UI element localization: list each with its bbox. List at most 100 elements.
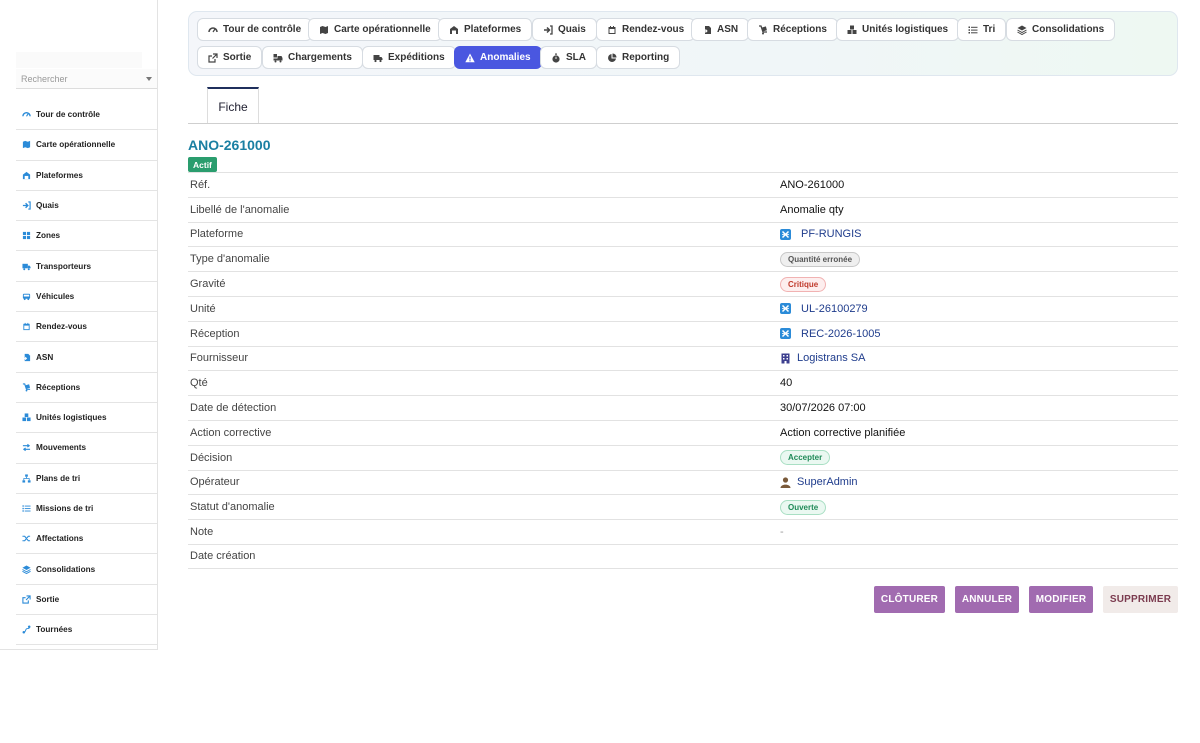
detail-row-gravite: Gravité Critique [188, 271, 1178, 296]
sidebar-item-receptions[interactable]: Réceptions [16, 373, 157, 403]
field-label: Réception [190, 327, 240, 340]
fournisseur-link[interactable]: Logistrans SA [780, 352, 865, 364]
nav-label: Unités logistiques [862, 24, 949, 35]
field-label: Note [190, 526, 214, 539]
nav-sortie[interactable]: Sortie [197, 46, 263, 69]
sidebar-item-sortie[interactable]: Sortie [16, 585, 157, 616]
action-value: Action corrective planifiée [780, 426, 906, 439]
detail-row-fournisseur: Fournisseur Logistrans SA [188, 345, 1178, 371]
gravite-badge: Critique [780, 276, 827, 292]
detail-row-date-detection: Date de détection 30/07/2026 07:00 [188, 395, 1178, 420]
nav-receptions[interactable]: Réceptions [747, 18, 838, 41]
nav-sla[interactable]: SLA [540, 46, 597, 69]
sidebar-item-unites-logistiques[interactable]: Unités logistiques [16, 403, 157, 434]
field-value: Action corrective planifiée [780, 427, 905, 439]
nav-asn[interactable]: ASN [691, 18, 750, 41]
warehouse-icon [448, 24, 459, 35]
link-record-icon [780, 328, 791, 340]
sidebar-item-label: Tournées [36, 625, 73, 635]
dolly-icon [757, 24, 768, 35]
fournisseur-value: Logistrans SA [797, 352, 866, 365]
supprimer-button[interactable]: SUPPRIMER [1103, 586, 1178, 613]
nav-label: Anomalies [480, 52, 531, 63]
nav-tour-de-controle[interactable]: Tour de contrôle [197, 18, 313, 41]
tab-fiche[interactable]: Fiche [207, 87, 259, 124]
operateur-value: SuperAdmin [797, 476, 858, 489]
sidebar-item-zones[interactable]: Zones [16, 221, 157, 252]
grid-icon [21, 231, 31, 241]
reception-link[interactable]: REC-2026-1005 [780, 328, 881, 340]
sidebar-item-transporteurs[interactable]: Transporteurs [16, 251, 157, 282]
shuffle-icon [21, 534, 31, 544]
nav-quais[interactable]: Quais [532, 18, 597, 41]
date-detection-value: 30/07/2026 07:00 [780, 402, 866, 415]
sidebar-item-consolidations[interactable]: Consolidations [16, 554, 157, 585]
sidebar-item-label: Zones [36, 231, 61, 241]
cloturer-button[interactable]: CLÔTURER [874, 586, 945, 613]
plateforme-link[interactable]: PF-RUNGIS [780, 228, 862, 240]
boxes-icon [846, 24, 857, 35]
sidebar-item-tournees[interactable]: Tournées [16, 615, 157, 646]
nav-label: Consolidations [1032, 24, 1105, 35]
sidebar-item-vehicules[interactable]: Véhicules [16, 282, 157, 313]
nav-chargements[interactable]: Chargements [262, 46, 363, 69]
sidebar-item-affectations[interactable]: Affectations [16, 524, 157, 555]
sidebar-item-label: Missions de tri [36, 504, 94, 513]
field-value: - [780, 526, 784, 538]
sidebar: Rechercher Tour de contrôle Carte opérat… [0, 0, 158, 650]
user-icon [780, 477, 791, 488]
field-value: Anomalie qty [780, 204, 844, 216]
nav-rendez-vous[interactable]: Rendez-vous [596, 18, 696, 41]
sidebar-item-label: Consolidations [36, 564, 96, 574]
field-label: Plateforme [190, 228, 244, 241]
exchange-icon [21, 443, 31, 453]
stopwatch-icon [550, 52, 561, 63]
sidebar-search-select[interactable]: Rechercher [16, 69, 157, 89]
nav-anomalies[interactable]: Anomalies [454, 46, 542, 69]
sidebar-item-rendez-vous[interactable]: Rendez-vous [16, 312, 157, 343]
building-icon [780, 353, 791, 364]
sidebar-item-label: Carte opérationnelle [36, 140, 116, 150]
sign-in-icon [21, 201, 31, 211]
sidebar-item-quais[interactable]: Quais [16, 191, 157, 222]
modifier-button[interactable]: MODIFIER [1029, 586, 1093, 613]
nav-unites-logistiques[interactable]: Unités logistiques [836, 18, 960, 41]
sidebar-item-label: Tour de contrôle [36, 110, 100, 120]
sidebar-item-label: Affectations [36, 534, 84, 544]
file-import-icon [701, 24, 712, 35]
field-label: Date création [190, 550, 256, 563]
sidebar-item-label: Mouvements [36, 443, 87, 453]
sidebar-item-plans-de-tri[interactable]: Plans de tri [16, 464, 157, 494]
chevron-down-icon [146, 76, 152, 81]
field-value: 30/07/2026 07:00 [780, 402, 866, 414]
nav-expeditions[interactable]: Expéditions [362, 46, 456, 69]
sidebar-item-mouvements[interactable]: Mouvements [16, 433, 157, 464]
nav-plateformes[interactable]: Plateformes [438, 18, 533, 41]
nav-carte-operationnelle[interactable]: Carte opérationnelle [308, 18, 442, 41]
detail-row-note: Note - [188, 519, 1178, 544]
detail-row-action: Action corrective Action corrective plan… [188, 419, 1178, 445]
nav-label: Plateformes [464, 24, 522, 35]
sidebar-item-asn[interactable]: ASN [16, 342, 157, 373]
detail-row-reception: Réception REC-2026-1005 [188, 320, 1178, 346]
nav-tri[interactable]: Tri [957, 18, 1007, 41]
sidebar-item-carte-operationnelle[interactable]: Carte opérationnelle [16, 130, 157, 161]
unite-link[interactable]: UL-26100279 [780, 303, 868, 315]
calendar-icon [21, 322, 31, 332]
nav-reporting[interactable]: Reporting [596, 46, 681, 69]
sidebar-item-plateformes[interactable]: Plateformes [16, 161, 157, 191]
operateur-link[interactable]: SuperAdmin [780, 476, 858, 488]
sidebar-item-missions-de-tri[interactable]: Missions de tri [16, 494, 157, 525]
sidebar-item-tour-de-controle[interactable]: Tour de contrôle [16, 100, 157, 131]
detail-row-qte: Qté 40 [188, 370, 1178, 395]
dolly-icon [21, 382, 31, 392]
detail-row-operateur: Opérateur SuperAdmin [188, 469, 1178, 495]
nav-label: Reporting [622, 52, 670, 63]
tab-label: Fiche [218, 99, 248, 114]
link-record-icon [780, 303, 791, 315]
annuler-button[interactable]: ANNULER [955, 586, 1019, 613]
warning-icon [464, 52, 475, 63]
boxes-icon [21, 413, 31, 423]
detail-row-date-creation: Date création [188, 543, 1178, 569]
nav-consolidations[interactable]: Consolidations [1006, 18, 1116, 41]
